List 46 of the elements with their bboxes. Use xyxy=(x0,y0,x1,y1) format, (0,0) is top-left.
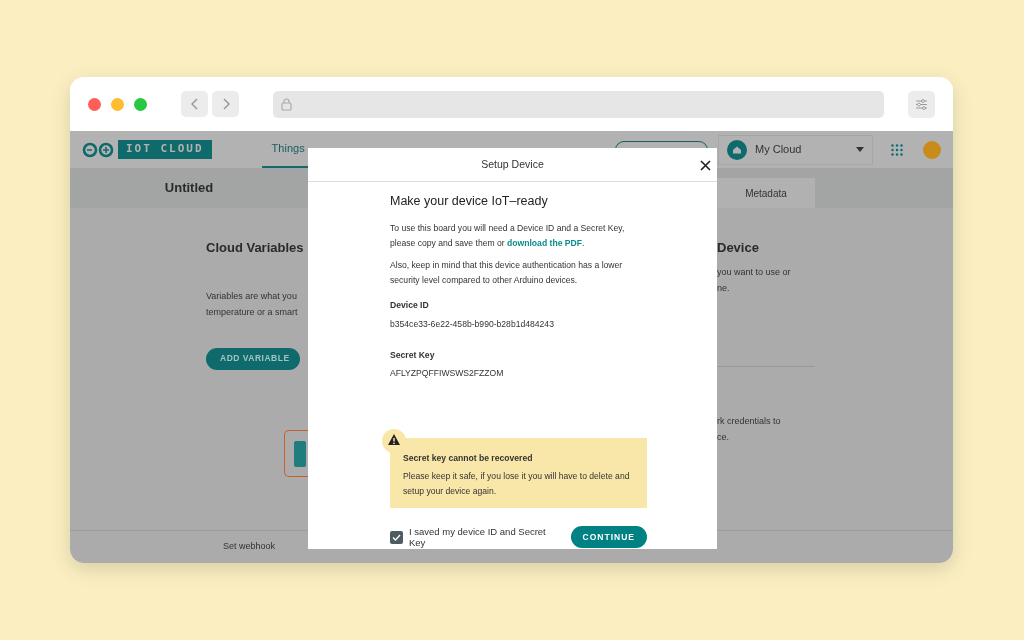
infinity-logo-icon xyxy=(82,141,114,158)
field-value: AFLYZPQFFIWSWS2FZZOM xyxy=(390,367,505,381)
field-label: Device ID xyxy=(390,298,430,312)
close-button[interactable] xyxy=(700,157,711,173)
checkbox-label: I saved my device ID and Secret Key xyxy=(409,526,547,548)
checkbox[interactable] xyxy=(390,530,403,544)
settings-button[interactable] xyxy=(908,90,935,118)
sliders-icon xyxy=(915,98,928,110)
webhook-link[interactable]: Set webhook xyxy=(223,540,276,554)
tile-icon xyxy=(294,440,306,467)
address-bar[interactable] xyxy=(273,90,884,118)
lock-icon xyxy=(281,97,292,111)
metadata-tab[interactable]: Metadata xyxy=(717,178,815,208)
section-heading: Cloud Variables xyxy=(206,239,305,257)
add-variable-button[interactable]: ADD VARIABLE xyxy=(206,347,300,370)
dialog-heading: Make your device IoT–ready xyxy=(390,193,549,210)
description-text: ce. xyxy=(717,430,730,444)
forward-button[interactable] xyxy=(212,91,239,117)
continue-button[interactable]: CONTINUE xyxy=(570,526,647,548)
paragraph: To use this board you will need a Device ID and a Secret Key, please copy and save them or download the PDF. xyxy=(390,221,626,250)
back-button[interactable] xyxy=(181,91,208,117)
workspace-selector[interactable]: My Cloud xyxy=(718,134,873,165)
description-text: ne. xyxy=(717,281,731,295)
chevron-left-icon xyxy=(190,98,199,110)
logo-text: IOT CLOUD xyxy=(118,140,212,159)
section-heading: Device xyxy=(717,239,760,257)
maximize-window-button[interactable] xyxy=(134,97,147,111)
close-window-button[interactable] xyxy=(88,97,101,111)
home-icon xyxy=(727,139,747,160)
description-text: rk credentials to xyxy=(717,414,782,428)
field-label: Secret Key xyxy=(390,348,436,362)
caret-icon xyxy=(856,147,864,152)
description-text: temperature or a smart xyxy=(206,305,299,319)
apps-grid-icon[interactable] xyxy=(891,143,903,156)
warning-text: Please keep it safe, if you lose it you will have to delete and setup your device again. xyxy=(403,470,631,498)
paragraph: Also, keep in mind that this device authentication has a lower security level compared to other Arduino devices. xyxy=(390,258,624,287)
description-text: you want to use or xyxy=(717,265,792,279)
dialog-title: Setup Device xyxy=(481,156,544,172)
avatar-icon[interactable] xyxy=(923,140,941,159)
minimize-window-button[interactable] xyxy=(111,97,124,111)
description-text: Variables are what you xyxy=(206,289,298,303)
warning-title: Secret key cannot be recovered xyxy=(403,452,534,465)
field-value: b354ce33-6e22-458b-b990-b28b1d484243 xyxy=(390,317,555,331)
pdf-link[interactable]: download the PDF xyxy=(507,237,582,248)
thing-title: Untitled xyxy=(163,179,215,198)
chevron-right-icon xyxy=(221,98,230,110)
